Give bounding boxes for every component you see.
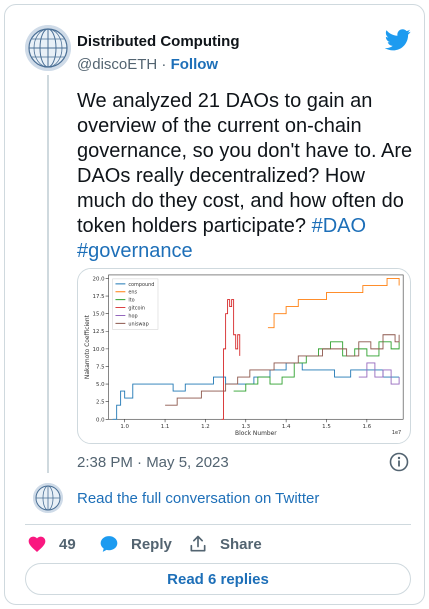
read-full-conversation-link[interactable]: Read the full conversation on Twitter	[77, 490, 319, 507]
y-tick-label: 12.5	[93, 329, 105, 335]
tweet-card: Distributed Computing @discoETH · Follow…	[4, 4, 425, 605]
hashtag-dao[interactable]: #DAO	[312, 215, 366, 237]
x-multiplier-label: 1e7	[392, 430, 401, 436]
y-tick-label: 5.0	[96, 382, 105, 388]
x-tick-label: 1.0	[120, 424, 129, 430]
author-name[interactable]: Distributed Computing	[77, 33, 239, 50]
share-upload-icon	[190, 535, 206, 552]
legend-label-hop: hop	[128, 313, 137, 319]
tweet-media-chart[interactable]: 0.0 2.5 5.0 7.5 10.0 12.5 15.0 17.5 20.0 1.0 1.1 1.…	[77, 268, 411, 444]
tweet-text: We analyzed 21 DAOs to gain an overview …	[77, 89, 417, 264]
globe-network-icon	[33, 483, 63, 513]
like-button[interactable]: 49	[27, 533, 76, 555]
x-axis-label: Block Number	[235, 430, 277, 437]
legend-label-uniswap: uniswap	[128, 321, 148, 327]
x-tick-label: 1.2	[201, 424, 210, 430]
handle-separator: ·	[157, 56, 171, 73]
thread-connector	[47, 75, 49, 473]
y-tick-label: 2.5	[96, 400, 105, 406]
hashtag-governance[interactable]: #governance	[77, 240, 193, 262]
x-tick-label: 1.5	[322, 424, 331, 430]
reply-label: Reply	[131, 535, 172, 553]
legend-label-ens: ens	[128, 290, 137, 296]
legend-label-lto: lto	[128, 298, 134, 304]
x-tick-label: 1.4	[282, 424, 291, 430]
read-replies-button[interactable]: Read 6 replies	[25, 563, 411, 595]
info-icon[interactable]	[389, 452, 409, 472]
x-tick-label: 1.6	[363, 424, 372, 430]
twitter-bird-icon[interactable]	[385, 29, 411, 51]
divider	[25, 524, 411, 525]
author-handle[interactable]: @discoETH	[77, 56, 157, 73]
globe-network-icon	[25, 25, 71, 71]
y-tick-label: 7.5	[96, 364, 105, 370]
y-tick-label: 15.0	[93, 312, 106, 318]
y-axis-label: Nakamoto Coefficient	[84, 314, 91, 379]
share-label: Share	[220, 535, 262, 553]
share-button[interactable]: Share	[188, 533, 262, 555]
tweet-timestamp[interactable]: 2:38 PM · May 5, 2023	[77, 454, 229, 471]
legend-label-compound: compound	[128, 282, 154, 288]
thread-avatar[interactable]	[33, 483, 63, 513]
follow-button[interactable]: Follow	[171, 56, 219, 73]
y-tick-label: 20.0	[93, 276, 106, 282]
like-count: 49	[59, 535, 76, 553]
x-tick-label: 1.1	[161, 424, 170, 430]
y-tick-label: 17.5	[93, 294, 105, 300]
author-handle-row: @discoETH · Follow	[77, 56, 218, 73]
y-tick-label: 10.0	[93, 347, 106, 353]
legend-label-gitcoin: gitcoin	[128, 306, 145, 312]
speech-bubble-icon	[100, 536, 118, 552]
y-tick-label: 0.0	[96, 417, 105, 423]
heart-icon	[28, 536, 46, 552]
nakamoto-chart: 0.0 2.5 5.0 7.5 10.0 12.5 15.0 17.5 20.0 1.0 1.1 1.…	[78, 269, 410, 443]
author-avatar[interactable]	[25, 25, 71, 71]
reply-button[interactable]: Reply	[99, 533, 172, 555]
